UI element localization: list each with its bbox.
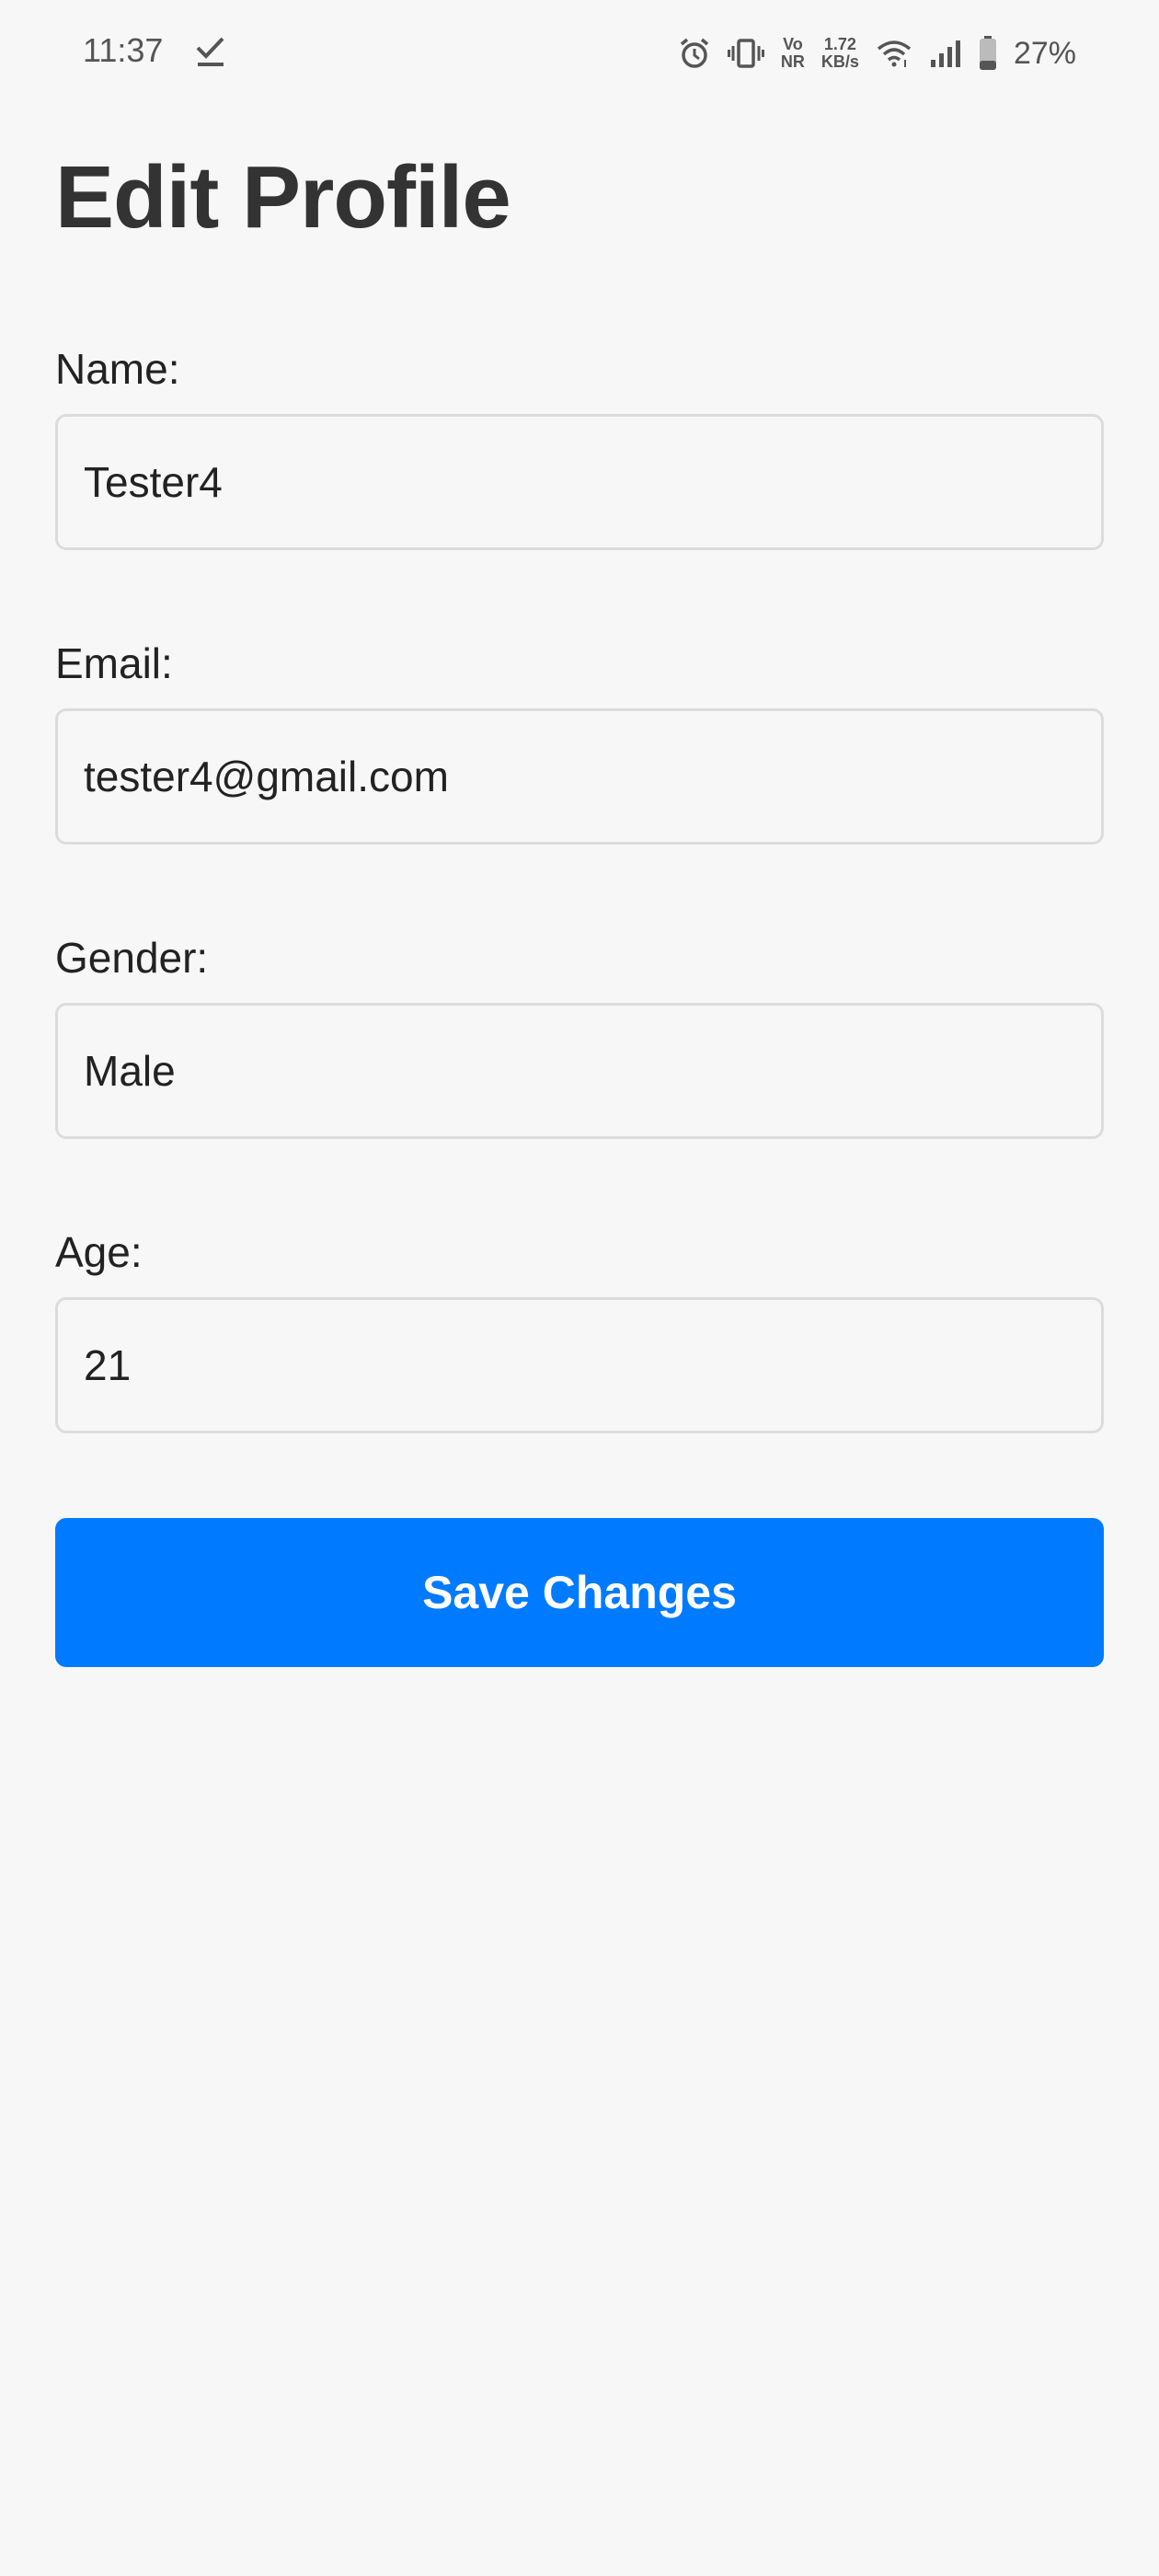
gender-input[interactable]	[55, 1003, 1104, 1139]
vonr-top: Vo	[783, 35, 803, 53]
net-speed-unit: KB/s	[820, 52, 859, 71]
status-bar: 11:37 Vo NR 1.72 KB/s 27%	[0, 0, 1159, 107]
status-time: 11:37	[83, 31, 164, 69]
age-label: Age:	[55, 1228, 143, 1276]
name-input[interactable]	[55, 414, 1104, 550]
checkmark-download-icon	[196, 37, 224, 66]
gender-label: Gender:	[55, 934, 209, 982]
wifi-icon	[877, 40, 912, 67]
alarm-icon	[680, 38, 709, 68]
vonr-icon: Vo NR	[781, 36, 805, 71]
net-speed-value: 1.72	[823, 35, 856, 53]
email-input[interactable]	[55, 708, 1104, 845]
name-label: Name:	[55, 345, 180, 393]
save-changes-button[interactable]: Save Changes	[55, 1518, 1104, 1667]
page-title: Edit Profile	[55, 148, 511, 247]
email-label: Email:	[55, 639, 173, 687]
battery-percent: 27%	[1013, 35, 1076, 71]
vonr-bottom: NR	[780, 52, 805, 71]
signal-icon	[930, 40, 960, 67]
battery-icon	[979, 36, 996, 70]
age-input[interactable]	[55, 1297, 1104, 1433]
net-speed-icon: 1.72 KB/s	[821, 36, 859, 71]
vibrate-icon	[727, 39, 764, 68]
status-icons: Vo NR 1.72 KB/s 27%	[678, 28, 1076, 79]
